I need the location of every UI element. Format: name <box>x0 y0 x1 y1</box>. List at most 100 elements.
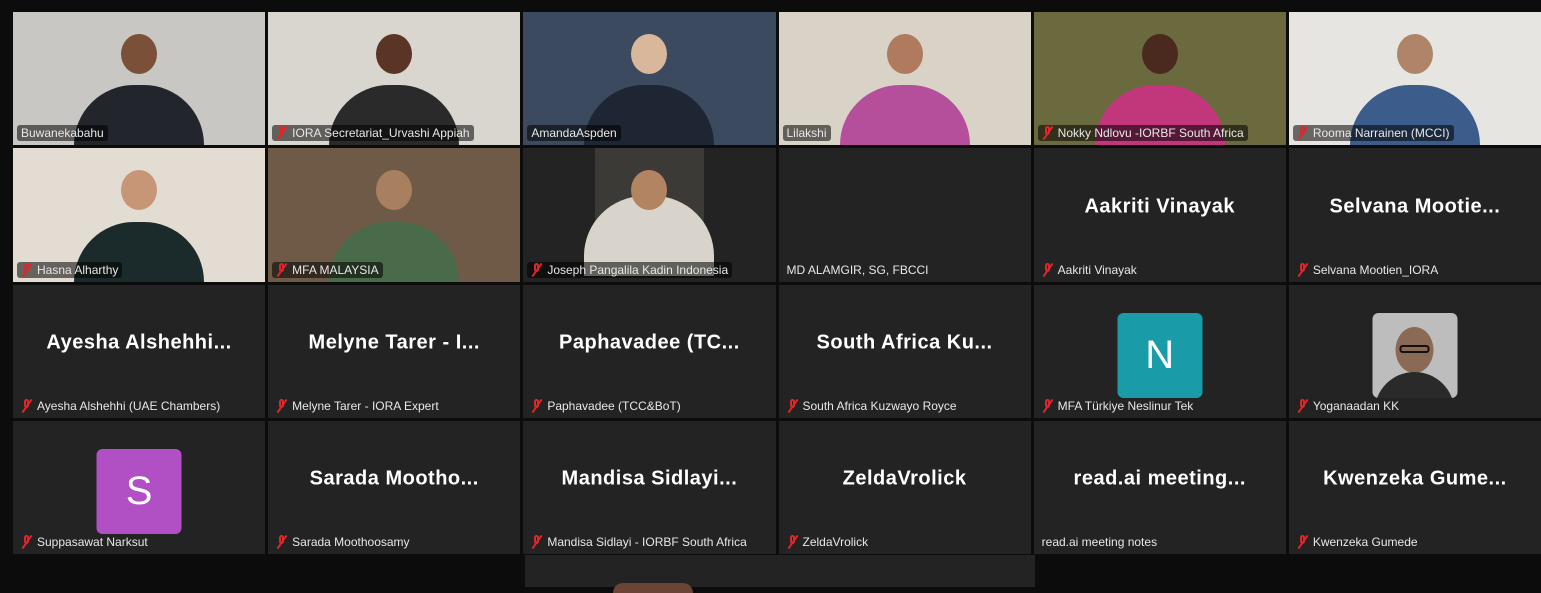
participant-display-name: Paphavadee (TC... <box>559 331 740 354</box>
participant-name-label: Buwanekabahu <box>17 125 108 142</box>
initial-avatar: N <box>1117 312 1203 398</box>
participant-name-text: Suppasawat Narksut <box>37 535 148 549</box>
microphone-muted-icon <box>531 398 543 413</box>
participant-tile[interactable]: Ayesha Alshehhi... Ayesha Alshehhi (UAE C… <box>13 284 266 418</box>
microphone-muted-icon <box>276 262 288 277</box>
participant-display-name: ZeldaVrolick <box>842 467 967 490</box>
initial-avatar: S <box>96 448 182 534</box>
participant-display-name: Sarada Mootho... <box>309 467 479 490</box>
microphone-muted-icon <box>21 398 33 413</box>
participant-tile[interactable]: Lilakshi <box>778 12 1031 146</box>
participant-name-text: Rooma Narrainen (MCCI) <box>1312 126 1450 141</box>
participant-tile[interactable]: Hasna Alharthy <box>13 148 266 282</box>
microphone-muted-icon <box>1297 398 1309 413</box>
person-head <box>631 170 668 211</box>
participant-name-label: Mandisa Sidlayi - IORBF South Africa <box>527 534 750 550</box>
participant-tile[interactable]: Nokky Ndlovu -IORBF South Africa <box>1033 12 1286 146</box>
microphone-muted-icon <box>531 262 543 277</box>
participant-tile[interactable]: Melyne Tarer - I... Melyne Tarer - IORA E… <box>268 284 521 418</box>
participant-name-label: Aakriti Vinayak <box>1038 262 1141 278</box>
participant-name-label: Selvana Mootien_IORA <box>1293 262 1442 278</box>
participant-tile[interactable]: Kwenzeka Gume... Kwenzeka Gumede <box>1288 420 1541 554</box>
participant-name-text: Selvana Mootien_IORA <box>1312 262 1439 277</box>
person-head <box>1141 34 1178 74</box>
participant-name-label: Suppasawat Narksut <box>17 534 152 550</box>
participant-name-label: IORA Secretariat_Urvashi Appiah <box>272 125 474 142</box>
participant-name-label: Kwenzeka Gumede <box>1293 534 1422 550</box>
participant-name-label: Sarada Moothoosamy <box>272 534 413 550</box>
participant-display-name: Ayesha Alshehhi... <box>46 331 232 354</box>
participant-name-text: Aakriti Vinayak <box>1057 262 1137 277</box>
microphone-muted-icon <box>21 535 33 549</box>
participant-tile[interactable]: Rooma Narrainen (MCCI) <box>1288 12 1541 146</box>
participant-display-name: South Africa Ku... <box>816 331 993 354</box>
participant-tile[interactable]: Selvana Mootie... Selvana Mootien_IORA <box>1288 148 1541 282</box>
participant-name-text: Joseph Pangalila Kadin Indonesia <box>547 262 729 277</box>
participant-name-label: read.ai meeting notes <box>1038 534 1161 550</box>
participant-video <box>584 148 715 276</box>
participant-name-text: Ayesha Alshehhi (UAE Chambers) <box>37 398 221 413</box>
participant-tile[interactable]: Mandisa Sidlayi... Mandisa Sidlayi - IORB… <box>523 420 776 554</box>
microphone-muted-icon <box>21 262 33 277</box>
participant-name-label: Lilakshi <box>782 125 831 142</box>
microphone-muted-icon <box>1042 126 1054 140</box>
participant-tile[interactable]: AmandaAspden <box>523 12 776 146</box>
participant-display-name: Melyne Tarer - I... <box>308 331 480 354</box>
participant-tile[interactable]: S Suppasawat Narksut <box>13 420 266 554</box>
participant-name-label: AmandaAspden <box>527 125 621 142</box>
participant-display-name: read.ai meeting... <box>1073 467 1246 490</box>
participant-gallery: Buwanekabahu IORA Secretariat_Urvashi App… <box>13 12 1541 554</box>
participant-tile[interactable]: Aakriti Vinayak Aakriti Vinayak <box>1033 148 1286 282</box>
microphone-muted-icon <box>1297 126 1309 140</box>
participant-name-text: Kwenzeka Gumede <box>1312 535 1418 549</box>
person-head <box>631 34 668 74</box>
participant-name-text: Nokky Ndlovu -IORBF South Africa <box>1057 126 1244 141</box>
participant-name-text: Hasna Alharthy <box>37 262 119 277</box>
participant-name-text: Yoganaadan KK <box>1312 398 1400 413</box>
participant-display-name: Selvana Mootie... <box>1329 195 1501 218</box>
participant-tile[interactable]: MFA MALAYSIA <box>268 148 521 282</box>
profile-photo <box>1372 312 1458 398</box>
participant-tile[interactable]: Yoganaadan KK <box>1288 284 1541 418</box>
participant-name-text: Melyne Tarer - IORA Expert <box>292 398 439 413</box>
participant-name-label: Hasna Alharthy <box>17 261 123 278</box>
participant-tile[interactable]: Paphavadee (TC... Paphavadee (TCC&BoT) <box>523 284 776 418</box>
participant-tile[interactable]: IORA Secretariat_Urvashi Appiah <box>268 12 521 146</box>
participant-tile[interactable]: ZeldaVrolick ZeldaVrolick <box>778 420 1031 554</box>
participant-name-label: South Africa Kuzwayo Royce <box>783 398 961 414</box>
participant-tile[interactable]: Sarada Mootho... Sarada Moothoosamy <box>268 420 521 554</box>
participant-display-name: Mandisa Sidlayi... <box>561 467 738 490</box>
participant-tile-partial[interactable] <box>525 555 1035 593</box>
participant-name-text: MD ALAMGIR, SG, FBCCI <box>786 262 929 277</box>
participant-tile[interactable]: N MFA Türkiye Neslinur Tek <box>1033 284 1286 418</box>
participant-tile[interactable]: MD ALAMGIR, SG, FBCCI <box>778 148 1031 282</box>
participant-name-text: read.ai meeting notes <box>1041 535 1158 549</box>
participant-name-text: Paphavadee (TCC&BoT) <box>547 398 681 413</box>
participant-tile[interactable]: South Africa Ku... South Africa Kuzwayo R… <box>778 284 1031 418</box>
participant-name-text: Sarada Moothoosamy <box>292 535 410 549</box>
participant-name-text: Mandisa Sidlayi - IORBF South Africa <box>547 535 747 549</box>
photo-body <box>1374 371 1455 398</box>
microphone-muted-icon <box>787 535 799 549</box>
microphone-muted-icon <box>276 535 288 549</box>
participant-display-name: Kwenzeka Gume... <box>1323 467 1507 490</box>
photo-glasses <box>1399 344 1430 353</box>
microphone-muted-icon <box>1297 535 1309 549</box>
participant-tile[interactable]: Joseph Pangalila Kadin Indonesia <box>523 148 776 282</box>
microphone-muted-icon <box>1297 262 1309 277</box>
participant-name-text: ZeldaVrolick <box>802 535 869 549</box>
participant-name-text: IORA Secretariat_Urvashi Appiah <box>292 126 470 141</box>
participant-name-text: Buwanekabahu <box>21 126 104 141</box>
participant-tile[interactable]: read.ai meeting... read.ai meeting notes <box>1033 420 1286 554</box>
participant-name-label: MFA Türkiye Neslinur Tek <box>1038 398 1198 414</box>
microphone-muted-icon <box>1042 398 1054 413</box>
partial-video-preview <box>613 583 693 593</box>
participant-name-label: MD ALAMGIR, SG, FBCCI <box>783 262 933 278</box>
participant-name-label: MFA MALAYSIA <box>272 261 383 278</box>
participant-tile[interactable]: Buwanekabahu <box>13 12 266 146</box>
participant-display-name: Aakriti Vinayak <box>1084 195 1236 218</box>
microphone-muted-icon <box>531 535 543 549</box>
person-head <box>121 170 158 211</box>
person-head <box>376 34 413 74</box>
person-head <box>1396 34 1433 74</box>
